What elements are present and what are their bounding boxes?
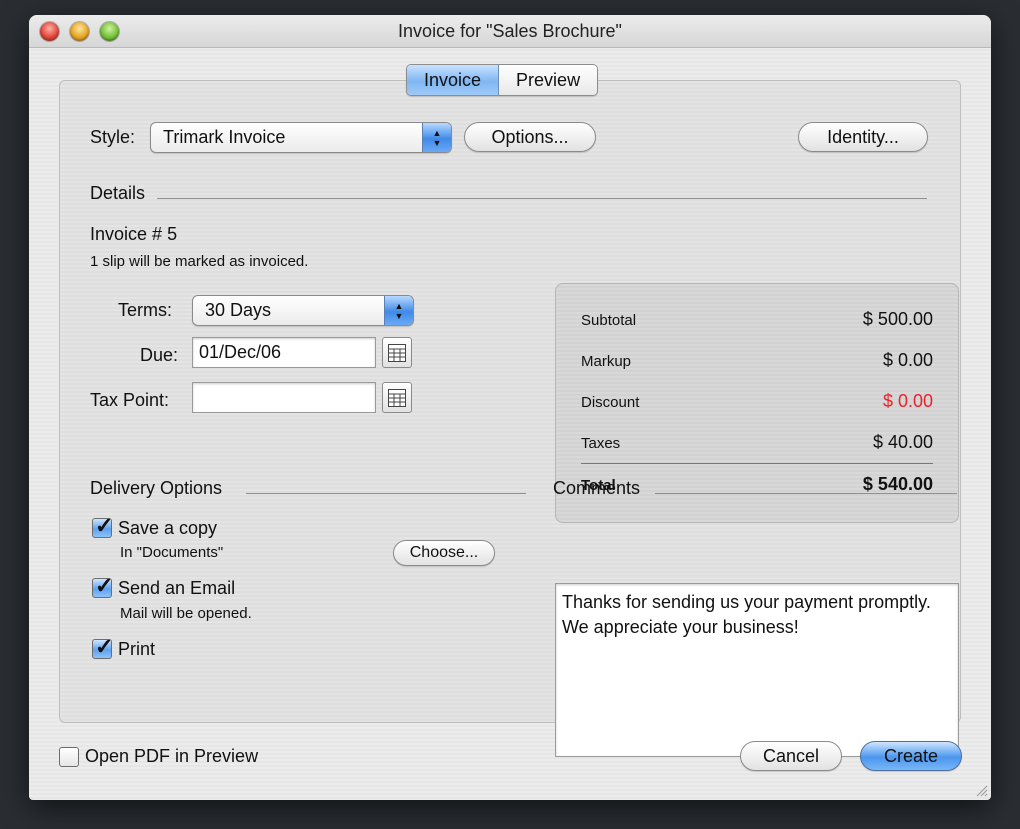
- send-email-label[interactable]: Send an Email: [118, 578, 235, 599]
- total-separator: [581, 463, 933, 464]
- view-tabs: Invoice Preview: [406, 64, 599, 96]
- options-button[interactable]: Options...: [464, 122, 596, 152]
- open-pdf-checkbox[interactable]: [59, 747, 79, 767]
- checkmark-icon: ✓: [95, 513, 114, 538]
- invoice-number-value: 5: [167, 224, 178, 244]
- tab-invoice[interactable]: Invoice: [407, 65, 500, 95]
- checkmark-icon: ✓: [95, 634, 114, 659]
- due-date-value: 01/Dec/06: [199, 342, 282, 362]
- print-checkbox[interactable]: ✓: [92, 634, 113, 659]
- invoice-panel: Style: Trimark Invoice ▲ ▼ Options... Ide…: [59, 80, 961, 757]
- comments-textarea[interactable]: Thanks for sending us your payment promp…: [555, 583, 959, 757]
- send-email-checkbox[interactable]: ✓: [92, 573, 113, 598]
- delivery-separator: [246, 493, 526, 494]
- cancel-button[interactable]: Cancel: [740, 741, 842, 771]
- checkmark-icon: ✓: [95, 573, 114, 598]
- taxes-value: $ 40.00: [872, 432, 933, 452]
- invoice-number-row: Invoice # 5: [90, 224, 177, 245]
- discount-value: $ 0.00: [882, 391, 933, 411]
- subtotal-value: $ 500.00: [862, 309, 933, 329]
- due-calendar-button[interactable]: [382, 337, 412, 368]
- print-label[interactable]: Print: [118, 639, 155, 660]
- title-bar[interactable]: Invoice for "Sales Brochure": [29, 15, 991, 48]
- discount-label: Discount: [581, 394, 640, 411]
- delivery-options-heading: Delivery Options: [90, 478, 223, 498]
- window-title: Invoice for "Sales Brochure": [398, 21, 622, 41]
- discount-row: Discount $ 0.00: [581, 391, 933, 415]
- choose-button[interactable]: Choose...: [393, 540, 495, 566]
- terms-popup-value: 30 Days: [205, 300, 272, 320]
- style-popup[interactable]: Trimark Invoice ▲ ▼: [150, 122, 452, 153]
- details-heading: Details: [90, 183, 146, 203]
- terms-popup[interactable]: 30 Days ▲ ▼: [192, 295, 414, 326]
- save-copy-label[interactable]: Save a copy: [118, 518, 217, 539]
- save-copy-note: In "Documents": [120, 544, 224, 561]
- calendar-icon: [388, 389, 406, 407]
- save-copy-checkbox[interactable]: ✓: [92, 513, 113, 538]
- tab-preview[interactable]: Preview: [499, 65, 598, 95]
- comments-heading: Comments: [553, 478, 641, 498]
- taxes-row: Taxes $ 40.00: [581, 432, 933, 456]
- subtotal-row: Subtotal $ 500.00: [581, 309, 933, 333]
- invoice-number-label: Invoice #: [90, 224, 163, 244]
- subtotal-label: Subtotal: [581, 312, 637, 329]
- due-label: Due:: [140, 345, 179, 365]
- comments-text: Thanks for sending us your payment promp…: [562, 592, 931, 637]
- calendar-icon: [388, 344, 406, 362]
- invoice-window: Invoice for "Sales Brochure" Style: Trim…: [29, 15, 991, 800]
- comments-separator: [655, 493, 957, 494]
- markup-label: Markup: [581, 353, 632, 370]
- tax-point-field[interactable]: [192, 382, 376, 413]
- style-popup-value: Trimark Invoice: [163, 127, 286, 147]
- popup-arrows-icon: ▲ ▼: [384, 296, 413, 325]
- slip-note: 1 slip will be marked as invoiced.: [90, 253, 309, 270]
- markup-value: $ 0.00: [882, 350, 933, 370]
- taxes-label: Taxes: [581, 435, 621, 452]
- due-date-field[interactable]: 01/Dec/06: [192, 337, 376, 368]
- details-separator: [157, 198, 927, 199]
- identity-button[interactable]: Identity...: [798, 122, 928, 152]
- send-email-note: Mail will be opened.: [120, 605, 252, 622]
- style-label: Style:: [90, 127, 136, 147]
- markup-row: Markup $ 0.00: [581, 350, 933, 374]
- tax-point-label: Tax Point:: [90, 390, 170, 410]
- total-value: $ 540.00: [862, 474, 933, 494]
- open-pdf-label[interactable]: Open PDF in Preview: [85, 746, 258, 767]
- create-button[interactable]: Create: [860, 741, 962, 771]
- terms-label: Terms:: [118, 300, 172, 320]
- resize-grip-icon[interactable]: [974, 783, 988, 797]
- popup-arrows-icon: ▲ ▼: [422, 123, 451, 152]
- tax-point-calendar-button[interactable]: [382, 382, 412, 413]
